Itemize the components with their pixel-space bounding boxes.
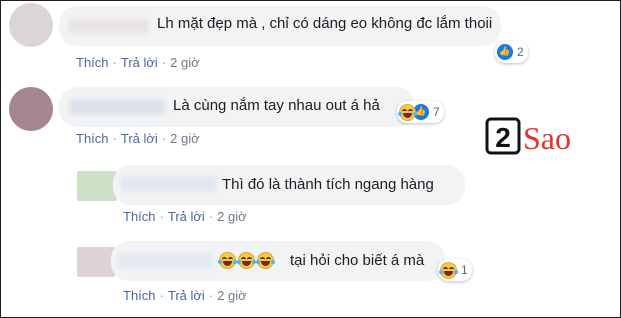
- comment-thread: Lh mặt đẹp mà , chỉ có dáng eo không đc …: [0, 0, 621, 318]
- commenter-name-blurred[interactable]: [121, 176, 217, 192]
- comment-time[interactable]: 2 giờ: [217, 209, 247, 224]
- reaction-summary[interactable]: 👍 2: [495, 41, 528, 63]
- reaction-summary[interactable]: 1: [438, 259, 472, 281]
- comment-time[interactable]: 2 giờ: [170, 131, 200, 146]
- reply-link[interactable]: Trả lời: [168, 288, 205, 303]
- avatar[interactable]: [9, 3, 53, 47]
- haha-icon: [237, 252, 256, 269]
- reaction-count: 2: [517, 45, 524, 59]
- reaction-count: 7: [433, 105, 440, 119]
- comment-text: Là cùng nắm tay nhau out á hả: [173, 97, 380, 114]
- like-link[interactable]: Thích: [123, 288, 156, 303]
- reaction-summary[interactable]: 👍 7: [397, 101, 444, 123]
- reaction-count: 1: [461, 263, 468, 277]
- comment-time[interactable]: 2 giờ: [217, 288, 247, 303]
- comment-actions: Thích · Trả lời · 2 giờ: [76, 131, 200, 146]
- avatar[interactable]: [77, 171, 117, 201]
- like-link[interactable]: Thích: [76, 131, 109, 146]
- 2sao-logo: 2 Sao: [485, 117, 571, 156]
- haha-icon: [256, 252, 275, 269]
- emoji-prefix: [218, 252, 275, 269]
- reply-link[interactable]: Trả lời: [121, 131, 158, 146]
- like-link[interactable]: Thích: [123, 209, 156, 224]
- haha-icon: [218, 252, 237, 269]
- logo-number: 2: [495, 122, 511, 153]
- avatar[interactable]: [9, 87, 53, 131]
- comment-actions: Thích · Trả lời · 2 giờ: [123, 288, 247, 303]
- reply-link[interactable]: Trả lời: [121, 55, 158, 70]
- reply-link[interactable]: Trả lời: [168, 209, 205, 224]
- haha-icon: [439, 261, 458, 279]
- comment-actions: Thích · Trả lời · 2 giờ: [123, 209, 247, 224]
- comment-text: Thì đó là thành tích ngang hàng: [222, 176, 434, 193]
- comment-actions: Thích · Trả lời · 2 giờ: [76, 55, 200, 70]
- avatar[interactable]: [77, 247, 115, 277]
- commenter-name-blurred[interactable]: [69, 19, 149, 33]
- like-icon: 👍: [497, 44, 513, 60]
- comment-text: Lh mặt đẹp mà , chỉ có dáng eo không đc …: [157, 15, 493, 32]
- commenter-name-blurred[interactable]: [69, 99, 165, 115]
- haha-icon: [398, 103, 417, 121]
- commenter-name-blurred[interactable]: [117, 253, 213, 269]
- like-link[interactable]: Thích: [76, 55, 109, 70]
- comment-text: tại hỏi cho biết á mà: [290, 252, 425, 269]
- comment-time[interactable]: 2 giờ: [170, 55, 200, 70]
- logo-word: Sao: [523, 120, 571, 156]
